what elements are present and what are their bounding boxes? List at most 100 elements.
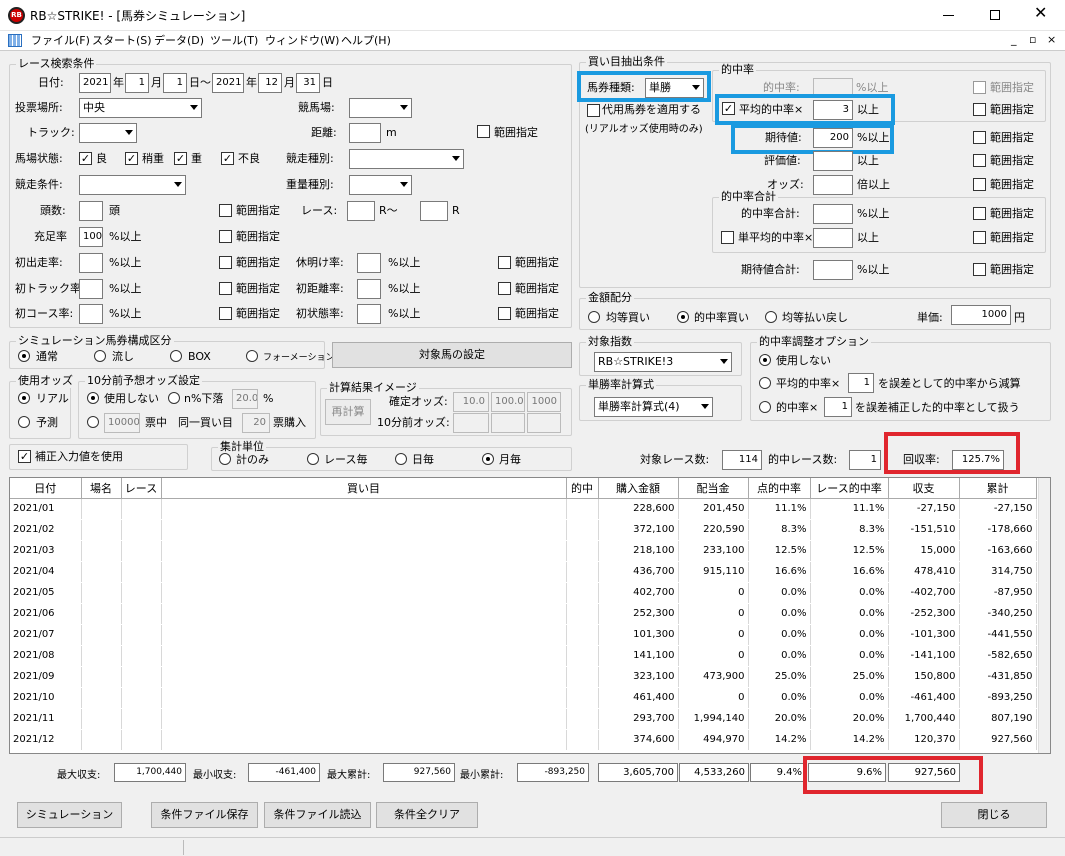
adjust-hit-field[interactable]: 1 (824, 397, 852, 417)
table-row[interactable]: 2021/04 436,700 915,110 16.6% 16.6% 478,410 31… (10, 561, 1037, 583)
minimize-icon[interactable] (943, 15, 954, 16)
ticket-type-select[interactable]: 単勝 (645, 78, 704, 98)
slightly-heavy-checkbox[interactable]: ✓ (125, 152, 138, 165)
distance-range-checkbox[interactable] (477, 125, 490, 138)
menu-data[interactable]: データ(D) (154, 34, 204, 48)
table-row[interactable]: 2021/05 402,700 0 0.0% 0.0% -402,700 -87,950 (10, 582, 1037, 604)
table-row[interactable]: 2021/03 218,100 233,100 12.5% 12.5% 15,000 -16… (10, 540, 1037, 562)
course-select[interactable] (349, 98, 412, 118)
heads-field[interactable] (79, 201, 103, 221)
exp-sum-field[interactable] (813, 260, 853, 280)
column-header[interactable]: 配当金 (678, 478, 749, 499)
race-condition-select[interactable] (79, 175, 186, 195)
first-distance-field[interactable] (357, 279, 381, 299)
venue-select[interactable]: 中央 (79, 98, 202, 118)
column-header[interactable]: 場名 (81, 478, 122, 499)
table-row[interactable]: 2021/02 372,100 220,590 8.3% 8.3% -151,510 -17… (10, 519, 1037, 541)
correction-checkbox[interactable]: ✓ (18, 450, 31, 463)
good-checkbox[interactable]: ✓ (79, 152, 92, 165)
odds-forecast-radio[interactable] (18, 416, 30, 428)
first-track-range-checkbox[interactable] (219, 282, 232, 295)
target-horse-button[interactable]: 対象馬の設定 (332, 342, 572, 368)
recalc-button[interactable]: 再計算 (325, 399, 371, 425)
rest-range-checkbox[interactable] (498, 256, 511, 269)
date-year-from[interactable]: 2021 (79, 73, 111, 93)
odds-range-checkbox[interactable] (973, 178, 986, 191)
weight-type-select[interactable] (349, 175, 412, 195)
first-course-field[interactable] (79, 304, 103, 324)
single-avg-checkbox[interactable] (721, 231, 734, 244)
date-month-from[interactable]: 1 (125, 73, 149, 93)
column-header[interactable]: 的中 (566, 478, 599, 499)
pre-drop-field[interactable]: 20.0 (232, 389, 258, 409)
hit-sum-range-checkbox[interactable] (973, 207, 986, 220)
table-row[interactable]: 2021/09 323,100 473,900 25.0% 25.0% 150,800 -4… (10, 666, 1037, 688)
menu-window[interactable]: ウィンドウ(W) (265, 34, 339, 48)
table-row[interactable]: 2021/07 101,300 0 0.0% 0.0% -101,300 -441,550 (10, 624, 1037, 646)
pre-none-radio[interactable] (87, 392, 99, 404)
expected-range-checkbox[interactable] (973, 131, 986, 144)
single-avg-field[interactable] (813, 228, 853, 248)
race-type-select[interactable] (349, 149, 464, 169)
mdi-restore-icon[interactable]: ▫ (1029, 33, 1036, 47)
avg-hit-checkbox[interactable]: ✓ (722, 102, 735, 115)
maximize-icon[interactable] (990, 10, 1000, 20)
table-row[interactable]: 2021/12 374,600 494,970 14.2% 14.2% 120,370 92… (10, 729, 1037, 751)
scrollbar[interactable] (1038, 478, 1050, 753)
table-row[interactable]: 2021/10 461,400 0 0.0% 0.0% -461,400 -893,250 (10, 687, 1037, 709)
first-course-range-checkbox[interactable] (219, 307, 232, 320)
money-equal-radio[interactable] (588, 311, 600, 323)
track-select[interactable] (79, 123, 137, 143)
expected-field[interactable]: 200 (813, 128, 853, 148)
save-conditions-button[interactable]: 条件ファイル保存 (151, 802, 258, 828)
menu-start[interactable]: スタート(S) (92, 34, 152, 48)
avg-hit-range-checkbox[interactable] (973, 103, 986, 116)
pre-tickets-field[interactable]: 10000 (104, 413, 140, 433)
column-header[interactable]: 日付 (10, 478, 82, 499)
sim-formation-radio[interactable] (246, 350, 258, 362)
heads-range-checkbox[interactable] (219, 204, 232, 217)
column-header[interactable]: レース (121, 478, 162, 499)
race-from-field[interactable] (347, 201, 375, 221)
bad-checkbox[interactable]: ✓ (221, 152, 234, 165)
sim-normal-radio[interactable] (18, 350, 30, 362)
table-row[interactable]: 2021/06 252,300 0 0.0% 0.0% -252,300 -340,250 (10, 603, 1037, 625)
agg-race-radio[interactable] (307, 453, 319, 465)
odds-real-radio[interactable] (18, 392, 30, 404)
date-day-from[interactable]: 1 (163, 73, 187, 93)
first-state-range-checkbox[interactable] (498, 307, 511, 320)
sim-box-radio[interactable] (170, 350, 182, 362)
first-track-field[interactable] (79, 279, 103, 299)
target-index-select[interactable]: RB☆STRIKE!3 (594, 352, 732, 372)
sim-flow-radio[interactable] (94, 350, 106, 362)
column-header[interactable]: 購入金額 (598, 478, 679, 499)
adjust-avg-radio[interactable] (759, 377, 771, 389)
first-run-field[interactable] (79, 253, 103, 273)
rest-field[interactable] (357, 253, 381, 273)
clear-conditions-button[interactable]: 条件全クリア (376, 802, 478, 828)
close-button[interactable]: 閉じる (941, 802, 1047, 828)
column-header[interactable]: 収支 (888, 478, 960, 499)
column-header[interactable]: 累計 (959, 478, 1037, 499)
distance-field[interactable] (349, 123, 381, 143)
fill-rate-field[interactable]: 100 (79, 227, 103, 247)
agg-total-radio[interactable] (219, 453, 231, 465)
first-distance-range-checkbox[interactable] (498, 282, 511, 295)
eval-range-checkbox[interactable] (973, 154, 986, 167)
proxy-checkbox[interactable] (587, 104, 600, 117)
first-state-field[interactable] (357, 304, 381, 324)
adjust-none-radio[interactable] (759, 354, 771, 366)
simulate-button[interactable]: シミュレーション (17, 802, 122, 828)
date-month-to[interactable]: 12 (258, 73, 282, 93)
avg-hit-field[interactable]: 3 (813, 100, 853, 120)
column-header[interactable]: レース的中率 (810, 478, 889, 499)
exp-sum-range-checkbox[interactable] (973, 263, 986, 276)
table-row[interactable]: 2021/08 141,100 0 0.0% 0.0% -141,100 -582,650 (10, 645, 1037, 667)
heavy-checkbox[interactable]: ✓ (174, 152, 187, 165)
single-avg-range-checkbox[interactable] (973, 231, 986, 244)
table-row[interactable]: 2021/01 228,600 201,450 11.1% 11.1% -27,150 -2… (10, 498, 1037, 520)
pre-tickets-radio[interactable] (87, 416, 99, 428)
menu-tool[interactable]: ツール(T) (210, 34, 258, 48)
eval-field[interactable] (813, 151, 853, 171)
table-row[interactable]: 2021/11 293,700 1,994,140 20.0% 20.0% 1,700,4… (10, 708, 1037, 730)
